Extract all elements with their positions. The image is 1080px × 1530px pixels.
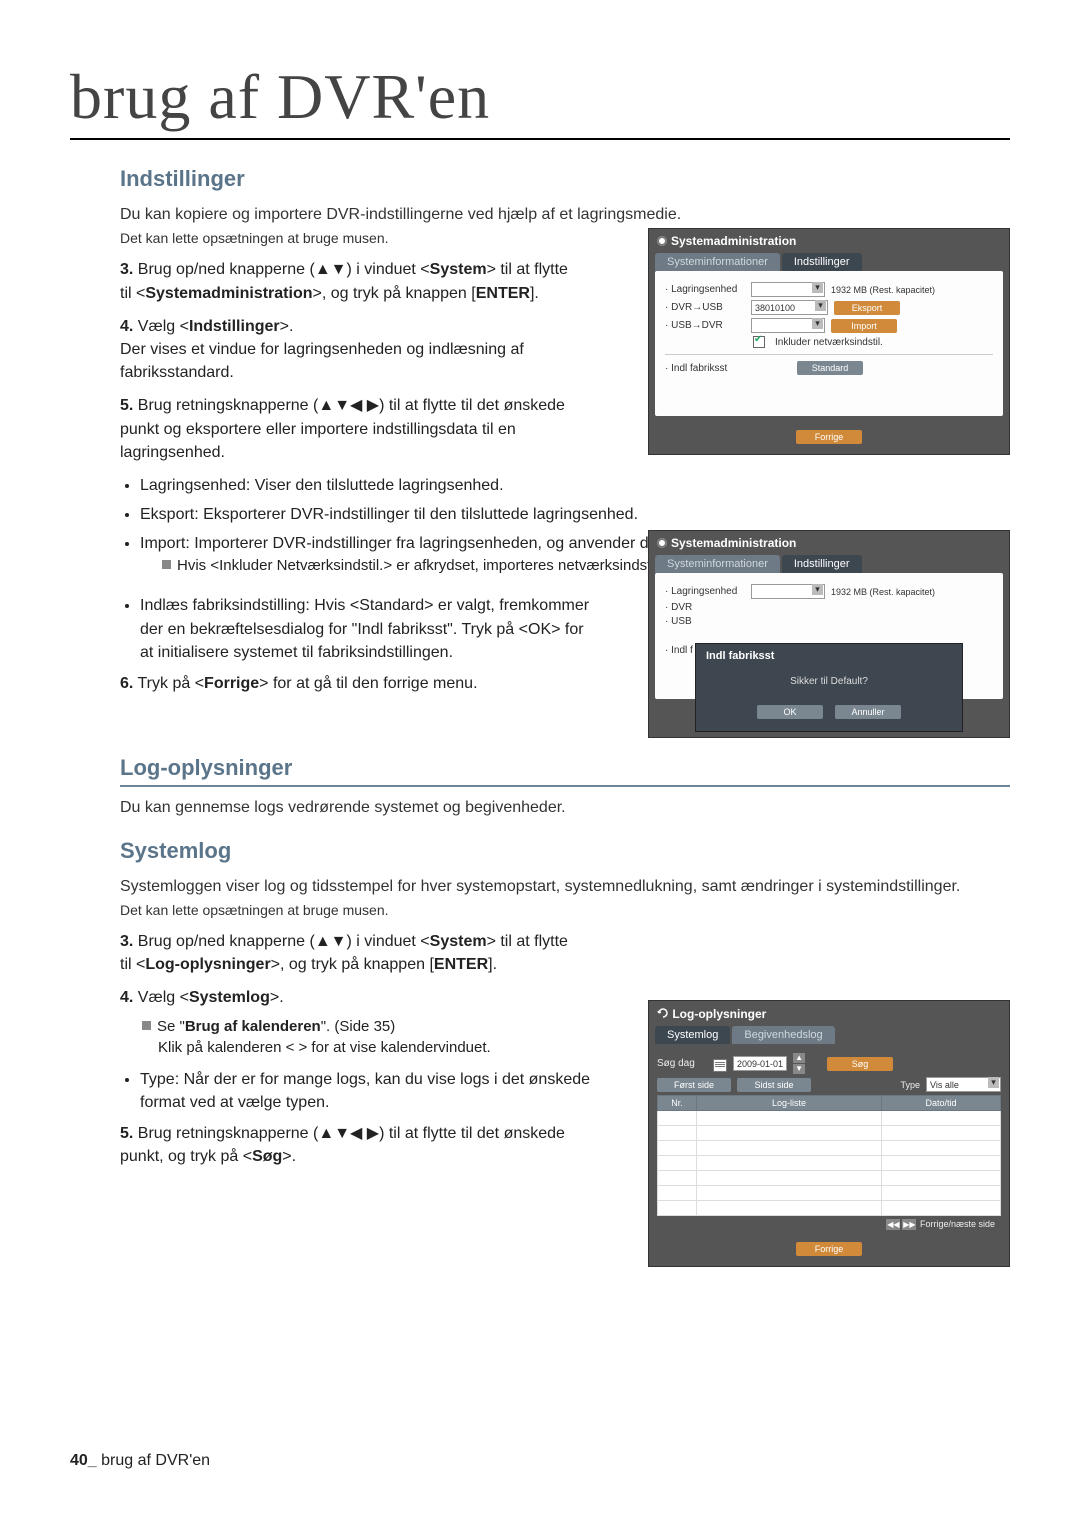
gear-icon bbox=[657, 538, 667, 548]
date-input[interactable]: 2009-01-01 bbox=[733, 1056, 787, 1071]
forrige-button[interactable]: Forrige bbox=[796, 1242, 862, 1256]
heading-systemlog: Systemlog bbox=[120, 838, 1010, 864]
forrige-button[interactable]: Forrige bbox=[796, 430, 862, 444]
bullet-fabriksindstilling: Indlæs fabriksindstilling: Hvis <Standar… bbox=[140, 594, 590, 664]
standard-button[interactable]: Standard bbox=[797, 361, 863, 375]
log-step-4: 4. Vælg <Systemlog>. Se "Brug af kalende… bbox=[120, 986, 570, 1057]
ok-button[interactable]: OK bbox=[757, 705, 823, 719]
log-table: Nr.Log-listeDato/tid bbox=[657, 1095, 1001, 1216]
screenshot-log-oplysninger: Log-oplysninger Systemlog Begivenhedslog… bbox=[648, 1000, 1010, 1267]
step-4: 4. Vælg <Indstillinger>.Der vises et vin… bbox=[120, 315, 570, 385]
page-title: brug af DVR'en bbox=[70, 60, 1010, 140]
first-page-button[interactable]: Først side bbox=[657, 1078, 731, 1092]
tab-systeminformationer[interactable]: Systeminformationer bbox=[655, 555, 780, 573]
include-network-checkbox[interactable] bbox=[753, 336, 765, 348]
square-bullet-icon bbox=[142, 1021, 151, 1030]
step-6: 6. Tryk på <Forrige> for at gå til den f… bbox=[120, 672, 570, 695]
gear-icon bbox=[657, 236, 667, 246]
prev-page-button[interactable]: ◀◀ bbox=[886, 1219, 900, 1230]
log-step-5: 5. Brug retningsknapperne (▲▼◀ ▶) til at… bbox=[120, 1122, 570, 1168]
heading-log-oplysninger: Log-oplysninger bbox=[120, 755, 1010, 787]
tab-begivenhedslog[interactable]: Begivenhedslog bbox=[732, 1026, 834, 1044]
calendar-icon[interactable] bbox=[713, 1059, 727, 1072]
last-page-button[interactable]: Sidst side bbox=[737, 1078, 811, 1092]
systemlog-p1: Systemloggen viser log og tidsstempel fo… bbox=[120, 876, 1010, 898]
bullet-lagringsenhed: Lagringsenhed: Viser den tilsluttede lag… bbox=[140, 474, 940, 497]
step-3: 3. Brug op/ned knapperne (▲▼) i vinduet … bbox=[120, 258, 570, 304]
square-bullet-icon bbox=[162, 560, 171, 569]
tab-indstillinger[interactable]: Indstillinger bbox=[782, 253, 862, 271]
eksport-button[interactable]: Eksport bbox=[834, 301, 900, 315]
tab-indstillinger[interactable]: Indstillinger bbox=[782, 555, 862, 573]
screenshot-systemadministration-settings: Systemadministration Systeminformationer… bbox=[648, 228, 1010, 455]
systemlog-p2: Det kan lette opsætningen at bruge musen… bbox=[120, 902, 1010, 918]
step-5: 5. Brug retningsknapperne (▲▼◀ ▶) til at… bbox=[120, 394, 570, 464]
screenshot-systemadministration-confirm: Systemadministration Systeminformationer… bbox=[648, 530, 1010, 738]
log-intro: Du kan gennemse logs vedrørende systemet… bbox=[120, 797, 1010, 819]
tab-systemlog[interactable]: Systemlog bbox=[655, 1026, 730, 1044]
log-step-3: 3. Brug op/ned knapperne (▲▼) i vinduet … bbox=[120, 930, 570, 976]
next-page-button[interactable]: ▶▶ bbox=[902, 1219, 916, 1230]
tab-systeminformationer[interactable]: Systeminformationer bbox=[655, 253, 780, 271]
soeg-button[interactable]: Søg bbox=[827, 1057, 893, 1071]
storage-select[interactable] bbox=[751, 282, 825, 297]
log-icon bbox=[657, 1007, 669, 1019]
date-down[interactable]: ▼ bbox=[793, 1064, 805, 1074]
intro-p1: Du kan kopiere og importere DVR-indstill… bbox=[120, 204, 1010, 226]
heading-indstillinger: Indstillinger bbox=[120, 166, 1010, 192]
bullet-type: Type: Når der er for mange logs, kan du … bbox=[140, 1068, 590, 1114]
dvr-usb-field[interactable]: 38010100 bbox=[751, 300, 828, 315]
annuller-button[interactable]: Annuller bbox=[835, 705, 901, 719]
usb-dvr-select[interactable] bbox=[751, 318, 825, 333]
type-select[interactable]: Vis alle bbox=[926, 1077, 1001, 1092]
date-up[interactable]: ▲ bbox=[793, 1053, 805, 1063]
bullet-eksport: Eksport: Eksporterer DVR-indstillinger t… bbox=[140, 503, 940, 526]
import-button[interactable]: Import bbox=[831, 319, 897, 333]
confirm-dialog: Indl fabriksst Sikker til Default? OK An… bbox=[695, 643, 963, 732]
page-footer: 40_ brug af DVR'en bbox=[70, 1452, 210, 1470]
